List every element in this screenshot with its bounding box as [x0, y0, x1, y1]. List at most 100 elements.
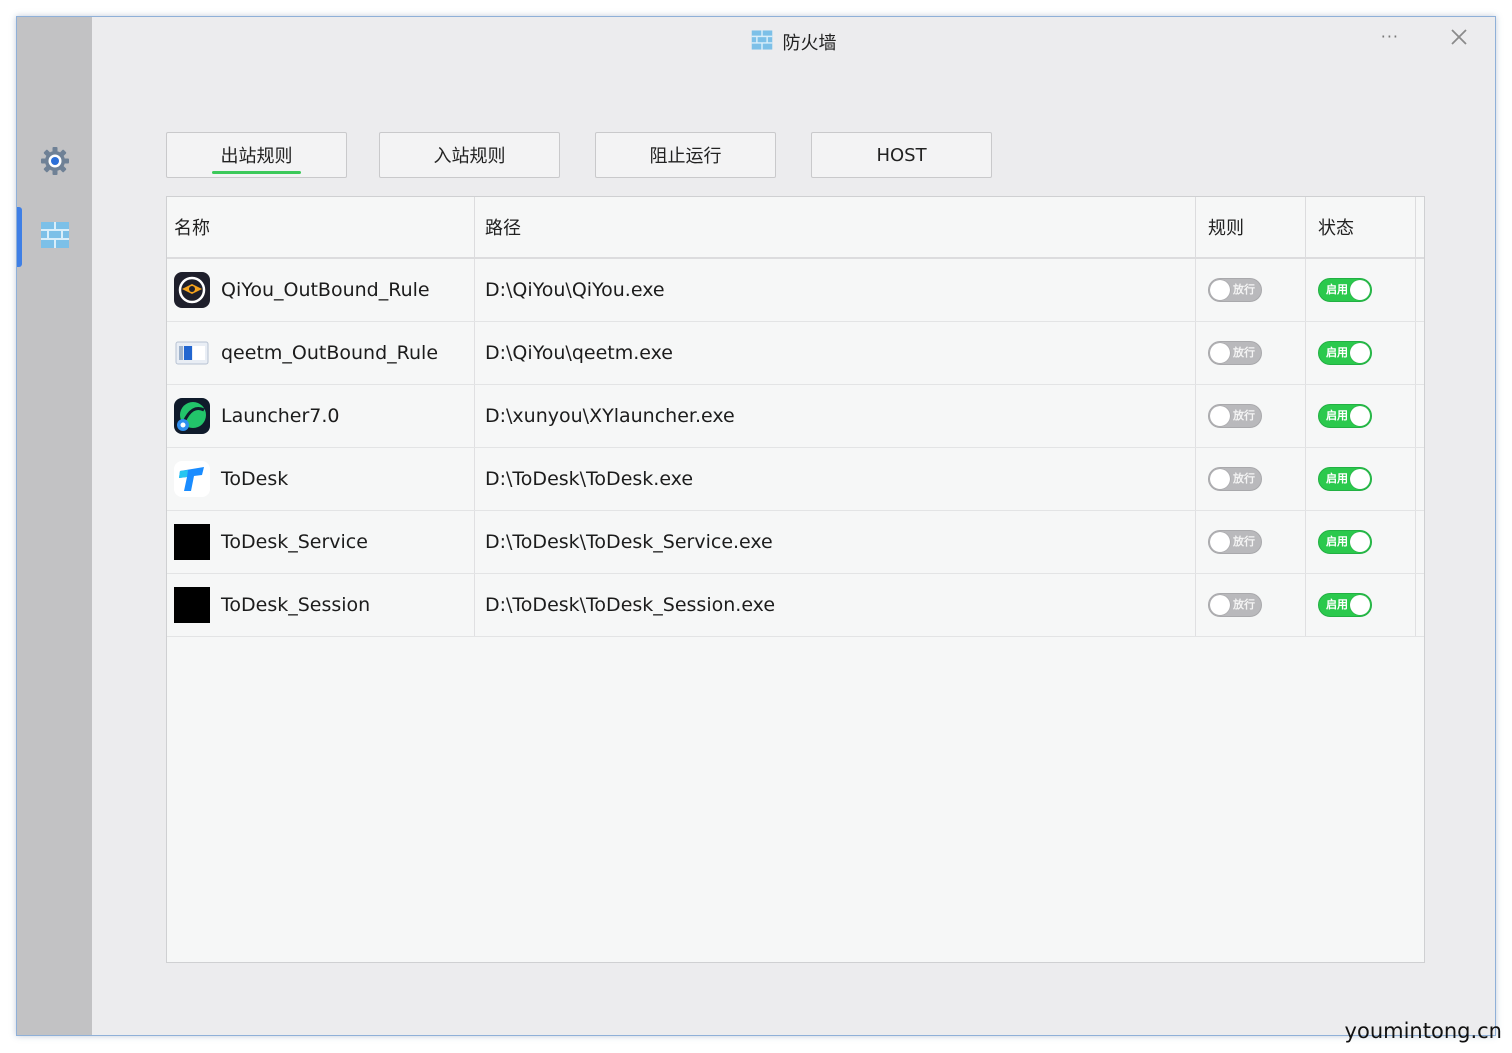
- window-title-text: 防火墙: [782, 33, 837, 54]
- tab-host[interactable]: HOST: [811, 132, 992, 178]
- toggle-knob: [1210, 343, 1230, 363]
- table-row[interactable]: qeetm_OutBound_Rule D:\QiYou\qeetm.exe 放…: [167, 322, 1424, 385]
- blank-app-icon: [174, 524, 210, 560]
- enable-toggle[interactable]: 启用: [1318, 341, 1372, 365]
- rule-name: ToDesk_Session: [221, 594, 371, 616]
- toggle-knob: [1210, 280, 1230, 300]
- tab-block-run[interactable]: 阻止运行: [595, 132, 776, 178]
- rules-table: 名称 路径 规则 状态 QiYou_OutBound_Rule D:\QiYou…: [166, 196, 1425, 963]
- more-options-button[interactable]: ···: [1381, 27, 1399, 46]
- rule-name: QiYou_OutBound_Rule: [221, 279, 430, 301]
- rule-path: D:\xunyou\XYlauncher.exe: [475, 385, 1196, 447]
- tab-label: 阻止运行: [649, 146, 722, 167]
- toggle-knob: [1210, 532, 1230, 552]
- toggle-knob: [1350, 343, 1370, 363]
- toggle-knob: [1350, 469, 1370, 489]
- toggle-label: 启用: [1326, 472, 1348, 485]
- rule-path: D:\ToDesk\ToDesk_Session.exe: [475, 574, 1196, 636]
- rule-name: Launcher7.0: [221, 405, 340, 427]
- rule-name-cell: ToDesk_Service: [167, 511, 475, 573]
- toggle-knob: [1350, 532, 1370, 552]
- state-toggle-cell: 启用: [1306, 448, 1416, 510]
- rule-name-cell: Launcher7.0: [167, 385, 475, 447]
- column-header-state[interactable]: 状态: [1306, 197, 1416, 257]
- table-row[interactable]: QiYou_OutBound_Rule D:\QiYou\QiYou.exe 放…: [167, 259, 1424, 322]
- toggle-label: 启用: [1326, 535, 1348, 548]
- rule-name: qeetm_OutBound_Rule: [221, 342, 439, 364]
- rule-toggle-cell: 放行: [1196, 511, 1306, 573]
- state-toggle-cell: 启用: [1306, 385, 1416, 447]
- brick-wall-icon: [40, 220, 70, 254]
- toggle-label: 启用: [1326, 346, 1348, 359]
- enable-toggle[interactable]: 启用: [1318, 278, 1372, 302]
- tab-inbound-rules[interactable]: 入站规则: [379, 132, 560, 178]
- site-watermark: youmintong.cn: [1344, 1019, 1502, 1043]
- allow-toggle[interactable]: 放行: [1208, 530, 1262, 554]
- column-header-rule[interactable]: 规则: [1196, 197, 1306, 257]
- rule-toggle-cell: 放行: [1196, 448, 1306, 510]
- tab-label: 出站规则: [220, 146, 293, 167]
- allow-toggle[interactable]: 放行: [1208, 593, 1262, 617]
- toggle-knob: [1210, 595, 1230, 615]
- rule-name: ToDesk: [221, 468, 289, 490]
- toggle-label: 启用: [1326, 283, 1348, 296]
- rule-name-cell: QiYou_OutBound_Rule: [167, 259, 475, 321]
- close-icon: [1451, 29, 1467, 45]
- brick-wall-icon: [751, 29, 773, 55]
- enable-toggle[interactable]: 启用: [1318, 467, 1372, 491]
- state-toggle-cell: 启用: [1306, 259, 1416, 321]
- tab-label: 入站规则: [433, 146, 506, 167]
- toggle-label: 放行: [1233, 409, 1255, 422]
- rule-path: D:\ToDesk\ToDesk.exe: [475, 448, 1196, 510]
- state-toggle-cell: 启用: [1306, 574, 1416, 636]
- rule-name-cell: ToDesk: [167, 448, 475, 510]
- column-header-path[interactable]: 路径: [475, 197, 1196, 257]
- rule-toggle-cell: 放行: [1196, 322, 1306, 384]
- table-row[interactable]: ToDesk D:\ToDesk\ToDesk.exe 放行 启用: [167, 448, 1424, 511]
- sidebar-item-firewall[interactable]: [17, 207, 92, 267]
- firewall-window: 防火墙 ··· 出站规则 入站规则 阻止运行 HOST 名称 路径 规则 状态 …: [16, 16, 1496, 1036]
- allow-toggle[interactable]: 放行: [1208, 278, 1262, 302]
- active-tab-indicator: [212, 171, 301, 174]
- toggle-knob: [1350, 595, 1370, 615]
- toggle-label: 启用: [1326, 409, 1348, 422]
- rule-path: D:\QiYou\qeetm.exe: [475, 322, 1196, 384]
- state-toggle-cell: 启用: [1306, 511, 1416, 573]
- allow-toggle[interactable]: 放行: [1208, 467, 1262, 491]
- rule-path: D:\QiYou\QiYou.exe: [475, 259, 1196, 321]
- toggle-knob: [1210, 406, 1230, 426]
- table-header: 名称 路径 规则 状态: [167, 197, 1424, 259]
- allow-toggle[interactable]: 放行: [1208, 341, 1262, 365]
- todesk-app-icon: [174, 461, 210, 497]
- qiyou-app-icon: [174, 272, 210, 308]
- rule-toggle-cell: 放行: [1196, 574, 1306, 636]
- toggle-knob: [1210, 469, 1230, 489]
- enable-toggle[interactable]: 启用: [1318, 530, 1372, 554]
- toggle-label: 放行: [1233, 598, 1255, 611]
- close-button[interactable]: [1447, 25, 1471, 49]
- table-row[interactable]: ToDesk_Service D:\ToDesk\ToDesk_Service.…: [167, 511, 1424, 574]
- toggle-label: 启用: [1326, 598, 1348, 611]
- gear-icon: [39, 145, 71, 181]
- toggle-label: 放行: [1233, 346, 1255, 359]
- tab-label: HOST: [876, 144, 927, 166]
- enable-toggle[interactable]: 启用: [1318, 593, 1372, 617]
- sidebar-item-settings[interactable]: [17, 133, 92, 193]
- blank-app-icon: [174, 587, 210, 623]
- rule-toggle-cell: 放行: [1196, 385, 1306, 447]
- window-title: 防火墙: [751, 29, 837, 55]
- title-bar: 防火墙 ···: [92, 17, 1495, 65]
- toggle-label: 放行: [1233, 283, 1255, 296]
- table-row[interactable]: Launcher7.0 D:\xunyou\XYlauncher.exe 放行 …: [167, 385, 1424, 448]
- qeetm-app-icon: [174, 335, 210, 371]
- tab-outbound-rules[interactable]: 出站规则: [166, 132, 347, 178]
- toggle-knob: [1350, 406, 1370, 426]
- rule-name-cell: ToDesk_Session: [167, 574, 475, 636]
- toggle-label: 放行: [1233, 535, 1255, 548]
- table-row[interactable]: ToDesk_Session D:\ToDesk\ToDesk_Session.…: [167, 574, 1424, 637]
- column-header-name[interactable]: 名称: [167, 197, 475, 257]
- enable-toggle[interactable]: 启用: [1318, 404, 1372, 428]
- allow-toggle[interactable]: 放行: [1208, 404, 1262, 428]
- rule-name-cell: qeetm_OutBound_Rule: [167, 322, 475, 384]
- sidebar: [17, 17, 92, 1035]
